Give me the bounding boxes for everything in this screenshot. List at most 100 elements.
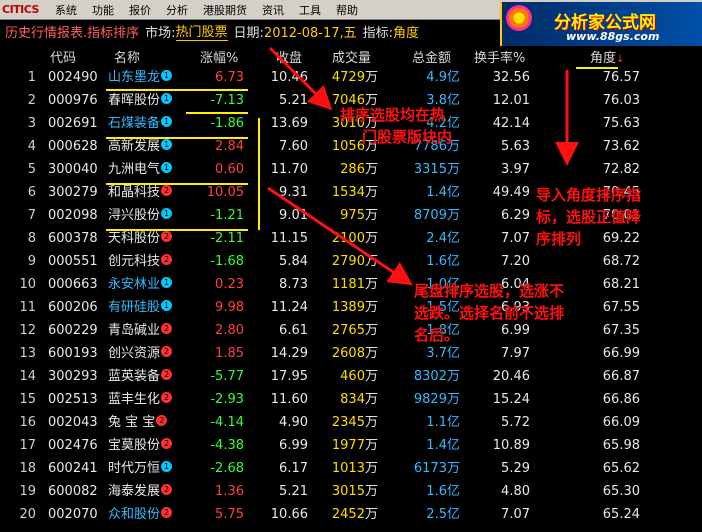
- row-index: 17: [19, 438, 36, 453]
- stock-name[interactable]: 宝莫股份 2: [108, 437, 173, 455]
- col-code[interactable]: 代码: [50, 47, 76, 66]
- table-row[interactable]: 11 600206 有研硅股 1 9.98 11.24 1389万 1.5亿 6.93 67.55: [0, 297, 702, 320]
- stock-name[interactable]: 蓝丰生化 2: [108, 391, 173, 409]
- change-pct: -1.68: [210, 254, 244, 269]
- amount-value: 2.4: [426, 231, 447, 246]
- table-row[interactable]: 16 002043 兔 宝 宝 2 -4.14 4.90 2345万 1.1亿 5.72 66.0…: [0, 412, 702, 435]
- amount-unit: 万: [446, 162, 460, 177]
- stock-code: 002691: [48, 116, 98, 131]
- status-badge-icon: 2: [161, 507, 173, 518]
- volume-value: 2765: [331, 323, 365, 338]
- menu-item[interactable]: 功能: [92, 2, 114, 18]
- table-row[interactable]: 17 002476 宝莫股份 2 -4.38 6.99 1977万 1.4亿 10.89 65.9…: [0, 435, 702, 458]
- stock-name[interactable]: 创元科技 2: [108, 253, 173, 271]
- table-row[interactable]: 14 300293 蓝英装备 2 -5.77 17.95 460万 8302万 20.46 66.…: [0, 366, 702, 389]
- stock-name[interactable]: 蓝英装备 2: [108, 368, 173, 386]
- stock-name[interactable]: 时代万恒 1: [108, 460, 173, 478]
- table-row[interactable]: 20 002070 众和股份 2 5.75 10.66 2452万 2.5亿 7.07 65.24: [0, 504, 702, 527]
- table-row[interactable]: 13 600193 创兴资源 2 1.85 14.29 2608万 3.7亿 7.97 66.99: [0, 343, 702, 366]
- stock-code: 000976: [48, 93, 98, 108]
- stock-name[interactable]: 天科股份 2: [108, 230, 173, 248]
- menu-item[interactable]: 资讯: [262, 2, 284, 18]
- table-row[interactable]: 12 600229 青岛碱业 2 2.80 6.61 2765万 1.8亿 6.99 67.35: [0, 320, 702, 343]
- col-pct[interactable]: 涨幅%: [200, 47, 238, 66]
- stock-name[interactable]: 众和股份 2: [108, 506, 173, 524]
- annotation-line: 选跌。选择名前不选排: [414, 304, 565, 322]
- stock-name[interactable]: 石煤装备 1: [108, 115, 173, 133]
- volume: 1181万: [300, 276, 378, 294]
- volume-value: 1977: [331, 438, 365, 453]
- stock-name-text: 山东墨龙: [108, 70, 161, 85]
- angle-value: 65.62: [602, 461, 640, 476]
- change-pct: 10.05: [206, 185, 244, 200]
- stock-code: 600193: [48, 346, 98, 361]
- table-row[interactable]: 19 600082 海泰发展 2 1.36 5.21 3015万 1.6亿 4.80 65.30: [0, 481, 702, 504]
- table-row[interactable]: 5 300040 九洲电气 1 0.60 11.70 286万 3315万 3.97 72.82: [0, 159, 702, 182]
- stock-name[interactable]: 海泰发展 2: [108, 483, 173, 501]
- stock-name[interactable]: 兔 宝 宝2: [108, 414, 168, 432]
- stock-name-text: 创元科技: [108, 254, 161, 269]
- indicator-label: 指标:: [362, 25, 394, 41]
- volume: 1389万: [300, 299, 378, 317]
- table-header: 代码 名称 涨幅% 收盘 成交量 总金额 换手率% 角度↓: [0, 45, 702, 67]
- volume-value: 1013: [331, 461, 365, 476]
- amount-unit: 亿: [446, 254, 460, 269]
- stock-name[interactable]: 山东墨龙 1: [108, 69, 173, 87]
- table-row[interactable]: 15 002513 蓝丰生化 2 -2.93 11.60 834万 9829万 15.24 66.…: [0, 389, 702, 412]
- amount-value: 9829: [413, 392, 447, 407]
- row-index: 9: [27, 254, 36, 269]
- stock-name[interactable]: 浔兴股份 1: [108, 207, 173, 225]
- row-index: 11: [19, 300, 36, 315]
- highlight-line: [106, 89, 248, 91]
- table-row[interactable]: 9 000551 创元科技 2 -1.68 5.84 2790万 1.6亿 7.20 68.72: [0, 251, 702, 274]
- volume-unit: 万: [364, 323, 378, 338]
- table-row[interactable]: 18 600241 时代万恒 1 -2.68 6.17 1013万 6173万 5.29 65.6…: [0, 458, 702, 481]
- menu-item[interactable]: 工具: [299, 2, 321, 18]
- volume-unit: 万: [364, 507, 378, 522]
- row-index: 6: [27, 185, 36, 200]
- row-index: 7: [27, 208, 36, 223]
- highlight-line: [106, 229, 248, 231]
- amount-unit: 亿: [446, 507, 460, 522]
- highlight-line: [186, 112, 248, 114]
- stock-name[interactable]: 春晖股份 1: [108, 92, 173, 110]
- stock-name[interactable]: 永安林业 1: [108, 276, 173, 294]
- volume-value: 2790: [331, 254, 365, 269]
- annotation-line: 门股票版块内: [362, 128, 453, 146]
- table-row[interactable]: 1 002490 山东墨龙 1 6.73 10.46 4729万 4.9亿 32.56 76.57: [0, 67, 702, 90]
- stock-name[interactable]: 九洲电气 1: [108, 161, 173, 179]
- menu-item[interactable]: 分析: [166, 2, 188, 18]
- stock-name-text: 石煤装备: [108, 116, 161, 131]
- volume-value: 2100: [331, 231, 365, 246]
- col-angle[interactable]: 角度↓: [590, 47, 624, 66]
- menu-item[interactable]: 报价: [129, 2, 151, 18]
- menu-item[interactable]: 系统: [55, 2, 77, 18]
- status-badge-icon: 1: [161, 162, 173, 173]
- logo-text: CITICS: [2, 3, 39, 16]
- annotation-line: 排序选股均在热: [340, 106, 446, 124]
- status-badge-icon: 1: [161, 116, 173, 127]
- market-value[interactable]: 热门股票: [175, 21, 228, 41]
- stock-name[interactable]: 创兴资源 2: [108, 345, 173, 363]
- volume: 2452万: [300, 506, 378, 524]
- indicator-value[interactable]: 角度: [393, 22, 419, 41]
- angle-value: 66.87: [602, 369, 640, 384]
- date-value[interactable]: 2012-08-17,五: [264, 22, 357, 41]
- col-name[interactable]: 名称: [114, 47, 140, 66]
- stock-code: 002513: [48, 392, 98, 407]
- col-turnover[interactable]: 换手率%: [474, 47, 525, 66]
- stock-name[interactable]: 高新发展 1: [108, 138, 173, 156]
- change-pct: 2.84: [215, 139, 244, 154]
- stock-name[interactable]: 青岛碱业 2: [108, 322, 173, 340]
- table-row[interactable]: 10 000663 永安林业 1 0.23 8.73 1181万 1.0亿 6.04 68.21: [0, 274, 702, 297]
- status-badge-icon: 2: [161, 254, 173, 265]
- stock-name[interactable]: 有研硅股 1: [108, 299, 173, 317]
- col-volume[interactable]: 成交量: [332, 47, 371, 66]
- menu-item[interactable]: 帮助: [336, 2, 358, 18]
- col-close[interactable]: 收盘: [276, 47, 302, 66]
- menu-item[interactable]: 港股期货: [203, 2, 247, 18]
- volume: 460万: [300, 368, 378, 386]
- stock-name[interactable]: 和晶科技 2: [108, 184, 173, 202]
- col-amount[interactable]: 总金额: [412, 47, 451, 66]
- angle-value: 68.21: [602, 277, 640, 292]
